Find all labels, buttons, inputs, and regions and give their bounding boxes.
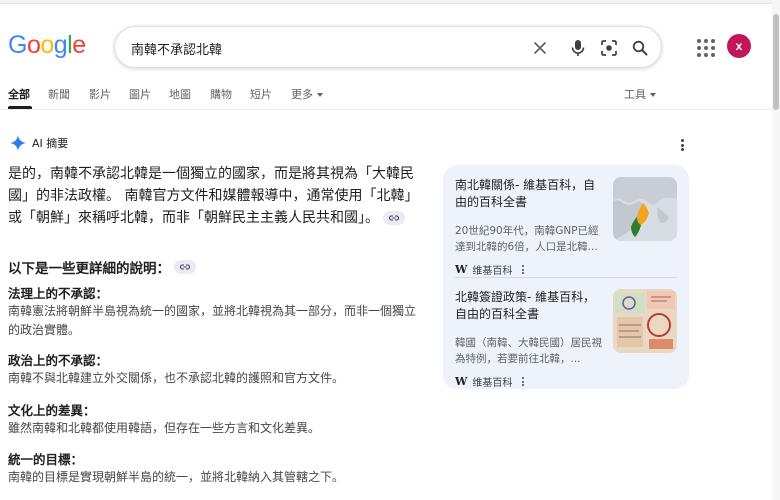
tab-more[interactable]: 更多 [291,86,323,102]
scrollbar-thumb[interactable] [773,14,779,110]
details-heading-text: 以下是一些更詳細的說明： [8,261,170,277]
avatar-letter: x [735,39,743,53]
link-chip-icon[interactable] [174,260,196,274]
ai-summary: 是的，南韓不承認北韓是一個獨立的國家，而是將其視為「大韓民國」的非法政權。 南韓… [8,163,418,229]
source-card-site-name: 维基百科 [472,266,513,277]
tab-more-label: 更多 [291,88,313,101]
lens-icon[interactable] [596,35,622,61]
source-card-snippet: 20世紀90年代，南韓GNP已經達到北韓的6倍，人口是北韓... [455,225,599,253]
more-options-icon[interactable] [676,137,688,153]
logo-letter: G [8,31,27,59]
map-thumbnail-icon [613,177,677,241]
tab-news[interactable]: 新聞 [48,86,70,102]
tools-button[interactable]: 工具 [624,86,656,102]
avatar[interactable]: x [727,34,751,58]
source-card[interactable]: 南北韓關係- 維基百科，自由的百科全書 20世紀90年代，南韓GNP已經達到北韓… [455,177,677,277]
visa-stamp-thumbnail-icon [613,289,677,353]
source-cards-panel: 南北韓關係- 維基百科，自由的百科全書 20世紀90年代，南韓GNP已經達到北韓… [443,165,689,389]
source-card-site: W 维基百科 [455,262,525,277]
divider [455,277,677,278]
section-text: 雖然南韓和北韓都使用韓語，但存在一些方言和文化差異。 [8,421,321,435]
section-title: 文化上的差異： [8,403,96,418]
search-input[interactable] [131,37,511,59]
logo-letter: o [26,31,41,59]
section-text: 南韓不與北韓建立外交關係，也不承認北韓的護照和官方文件。 [8,371,345,385]
logo-letter: e [72,31,86,59]
section-text: 南韓的目標是實現朝鮮半島的統一，並將北韓納入其管轄之下。 [8,470,345,484]
clear-icon[interactable] [527,35,553,61]
tab-videos[interactable]: 影片 [89,86,111,102]
source-card[interactable]: 北韓簽證政策- 維基百科，自由的百科全書 韓國（南韓、大韓民國）居民視為特例，若… [455,289,677,389]
tab-maps[interactable]: 地圖 [169,86,191,102]
ai-summary-text: 是的，南韓不承認北韓是一個獨立的國家，而是將其視為「大韓民國」的非法政權。 南韓… [8,166,414,226]
more-options-icon[interactable] [522,265,525,274]
wikipedia-icon: W [455,263,468,276]
mic-icon[interactable] [565,35,591,61]
active-tab-indicator [8,106,32,109]
ai-overview-title: AI 摘要 [32,137,69,150]
source-card-title[interactable]: 北韓簽證政策- 維基百科，自由的百科全書 [455,289,605,323]
tab-all[interactable]: 全部 [8,86,30,102]
section-title: 法理上的不承認： [8,286,109,301]
search-box [114,26,662,68]
source-card-site: W 维基百科 [455,374,525,389]
chevron-down-icon [650,93,656,97]
details-heading: 以下是一些更詳細的說明： [8,257,196,277]
wikipedia-icon: W [455,375,468,388]
logo-letter: g [53,31,68,59]
sparkle-icon [10,135,26,151]
chevron-down-icon [317,93,323,97]
tab-shorts[interactable]: 短片 [250,86,272,102]
link-chip-icon[interactable] [383,211,405,225]
apps-icon[interactable] [692,34,718,60]
browser-top-strip [0,0,780,4]
search-icon[interactable] [627,35,653,61]
tab-shopping[interactable]: 購物 [210,86,232,102]
google-logo[interactable]: Google [8,30,86,60]
section-title: 統一的目標： [8,452,84,467]
tools-label: 工具 [624,88,646,101]
source-card-snippet: 韓國（南韓、大韓民國）居民視為特例，若要前往北韓，... [455,337,602,365]
source-card-site-name: 维基百科 [472,378,513,389]
section-title: 政治上的不承認： [8,353,109,368]
source-card-title[interactable]: 南北韓關係- 維基百科，自由的百科全書 [455,177,605,211]
ai-overview-header: AI 摘要 [10,135,68,151]
logo-letter: o [40,31,54,59]
tab-images[interactable]: 圖片 [129,86,151,102]
search-tabs: 全部 新聞 影片 圖片 地圖 購物 短片 更多 工具 [0,84,772,110]
more-options-icon[interactable] [522,377,525,386]
section-text: 南韓憲法將朝鮮半島視為統一的國家，並將北韓視為其一部分，而非一個獨立的政治實體。 [8,304,417,337]
